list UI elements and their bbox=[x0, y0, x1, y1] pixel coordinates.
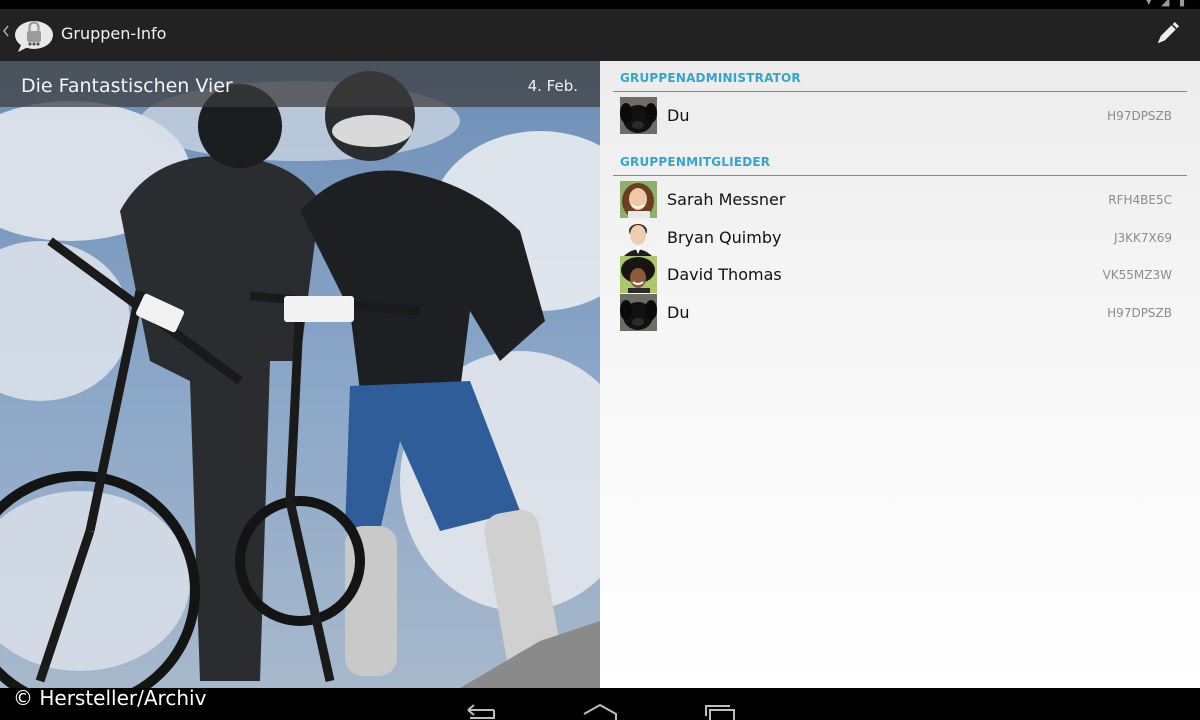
member-id: H97DPSZB bbox=[1107, 306, 1172, 320]
member-name: David Thomas bbox=[667, 265, 782, 284]
section-divider bbox=[613, 175, 1187, 176]
member-row[interactable]: David Thomas VK55MZ3W bbox=[600, 256, 1200, 293]
lock-chat-icon[interactable] bbox=[13, 17, 55, 53]
group-photo[interactable]: Die Fantastischen Vier 4. Feb. bbox=[0, 61, 600, 688]
member-row[interactable]: Sarah Messner RFH4BE5C bbox=[600, 181, 1200, 218]
member-id: VK55MZ3W bbox=[1102, 268, 1172, 282]
member-id: J3KK7X69 bbox=[1113, 231, 1172, 245]
member-row[interactable]: Du H97DPSZB bbox=[600, 294, 1200, 331]
admin-section-header: GRUPPENADMINISTRATOR bbox=[620, 71, 801, 85]
member-pane: GRUPPENADMINISTRATOR Du H97DPSZB GRUPPEN… bbox=[600, 61, 1200, 688]
dog-avatar bbox=[620, 97, 657, 134]
curly-hair-avatar bbox=[620, 256, 657, 293]
dog-avatar bbox=[620, 294, 657, 331]
member-row[interactable]: Bryan Quimby J3KK7X69 bbox=[600, 219, 1200, 256]
group-title-bar: Die Fantastischen Vier 4. Feb. bbox=[0, 61, 600, 107]
status-icons: ▾ ◢ ▮ bbox=[1145, 0, 1188, 8]
member-name: Sarah Messner bbox=[667, 190, 786, 209]
status-bar: ▾ ◢ ▮ bbox=[0, 0, 1200, 9]
member-name: Bryan Quimby bbox=[667, 228, 782, 247]
group-date: 4. Feb. bbox=[527, 77, 578, 95]
members-section-header: GRUPPENMITGLIEDER bbox=[620, 155, 771, 169]
chevron-left-icon[interactable] bbox=[3, 25, 9, 37]
back-icon[interactable] bbox=[460, 702, 500, 720]
home-icon[interactable] bbox=[580, 702, 620, 720]
copyright-watermark: © Hersteller/Archiv bbox=[13, 686, 207, 710]
member-id: H97DPSZB bbox=[1107, 109, 1172, 123]
member-id: RFH4BE5C bbox=[1108, 193, 1172, 207]
admin-row[interactable]: Du H97DPSZB bbox=[600, 97, 1200, 134]
man-avatar bbox=[620, 219, 657, 256]
recent-apps-icon[interactable] bbox=[700, 702, 740, 720]
page-title: Gruppen-Info bbox=[61, 24, 167, 43]
member-name: Du bbox=[667, 303, 690, 322]
pencil-icon[interactable] bbox=[1152, 19, 1182, 49]
action-bar: Gruppen-Info bbox=[0, 9, 1200, 61]
group-photo-image bbox=[0, 61, 600, 688]
woman-avatar bbox=[620, 181, 657, 218]
section-divider bbox=[613, 91, 1187, 92]
group-name: Die Fantastischen Vier bbox=[21, 75, 233, 97]
member-name: Du bbox=[667, 106, 690, 125]
